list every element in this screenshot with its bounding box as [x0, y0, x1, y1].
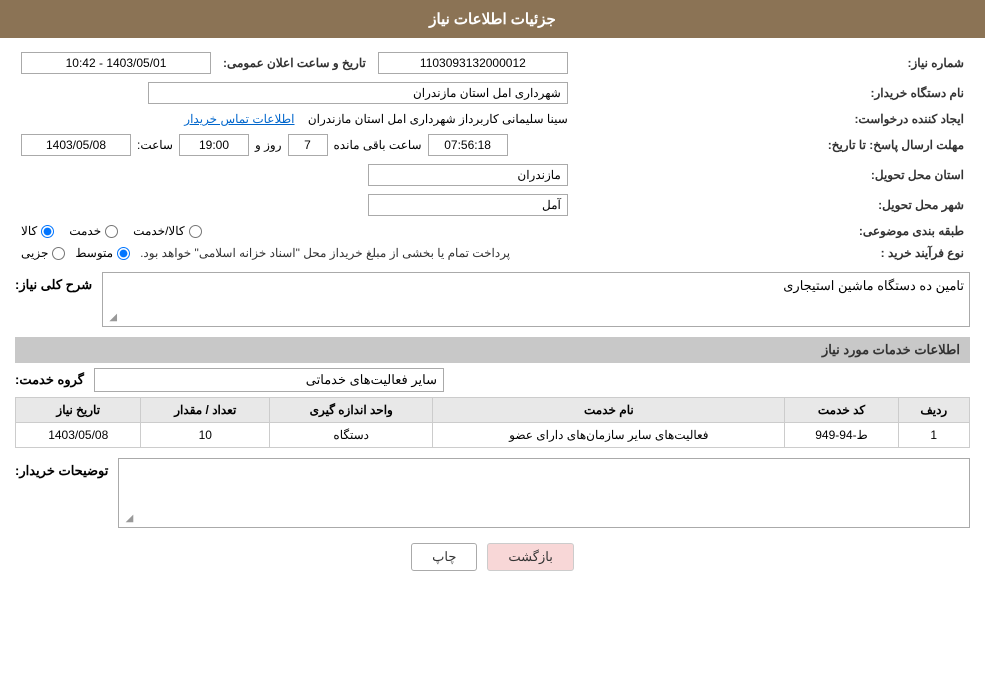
category-kala-khedmat[interactable]: کالا/خدمت	[133, 224, 201, 238]
page-title: جزئیات اطلاعات نیاز	[429, 11, 556, 28]
buyer-notes-label: توضیحات خریدار:	[15, 458, 108, 479]
col-header-unit: واحد اندازه گیری	[270, 398, 433, 423]
creator-contact-link[interactable]: اطلاعات تماس خریدار	[184, 112, 294, 126]
deadline-days-label: روز و	[255, 138, 282, 152]
category-khedmat[interactable]: خدمت	[69, 224, 118, 238]
page-header: جزئیات اطلاعات نیاز	[0, 0, 985, 38]
category-label: طبقه بندی موضوعی:	[574, 220, 970, 242]
creator-label: ایجاد کننده درخواست:	[574, 108, 970, 130]
process-label: نوع فرآیند خرید :	[574, 242, 970, 264]
services-section-title: اطلاعات خدمات مورد نیاز	[15, 337, 970, 363]
need-summary-box: تامین ده دستگاه ماشین استیجاری ◢	[102, 272, 970, 327]
announce-value: 1403/05/01 - 10:42	[21, 52, 211, 74]
back-button[interactable]: بازگشت	[487, 543, 573, 571]
deadline-remaining-label: ساعت باقی مانده	[334, 138, 422, 152]
buyer-org-value: شهرداری امل استان مازندران	[148, 82, 568, 104]
col-header-name: نام خدمت	[433, 398, 785, 423]
col-header-date: تاریخ نیاز	[16, 398, 141, 423]
need-number-value: 1103093132000012	[378, 52, 568, 74]
deadline-time-label: ساعت:	[137, 138, 173, 152]
province-value: مازندران	[368, 164, 568, 186]
city-value: آمل	[368, 194, 568, 216]
deadline-label: مهلت ارسال پاسخ: تا تاریخ:	[574, 130, 970, 160]
table-row: 1ط-94-949فعالیت‌های سایر سازمان‌های دارا…	[16, 423, 970, 448]
group-service-value: سایر فعالیت‌های خدماتی	[94, 368, 444, 392]
category-kala[interactable]: کالا	[21, 224, 54, 238]
process-mutavasset[interactable]: متوسط	[75, 246, 130, 260]
deadline-time: 19:00	[179, 134, 249, 156]
button-bar: بازگشت چاپ	[15, 528, 970, 586]
group-service-label: گروه خدمت:	[15, 372, 84, 388]
print-button[interactable]: چاپ	[411, 543, 477, 571]
deadline-remaining: 07:56:18	[428, 134, 508, 156]
services-table: ردیف کد خدمت نام خدمت واحد اندازه گیری ت…	[15, 397, 970, 448]
creator-name: سینا سلیمانی کاربرداز شهرداری امل استان …	[308, 112, 568, 126]
col-header-qty: تعداد / مقدار	[141, 398, 270, 423]
col-header-row: ردیف	[898, 398, 969, 423]
deadline-days: 7	[288, 134, 328, 156]
announce-label: تاریخ و ساعت اعلان عمومی:	[217, 48, 372, 78]
deadline-date: 1403/05/08	[21, 134, 131, 156]
col-header-code: کد خدمت	[785, 398, 898, 423]
need-summary-value: تامین ده دستگاه ماشین استیجاری	[108, 278, 964, 294]
province-label: استان محل تحویل:	[574, 160, 970, 190]
need-summary-label: شرح کلی نیاز:	[15, 272, 92, 293]
city-label: شهر محل تحویل:	[574, 190, 970, 220]
process-jozi[interactable]: جزیی	[21, 246, 65, 260]
buyer-org-label: نام دستگاه خریدار:	[574, 78, 970, 108]
buyer-notes-box[interactable]: ◢	[118, 458, 970, 528]
need-number-label: شماره نیاز:	[574, 48, 970, 78]
resize-handle: ◢	[105, 312, 117, 324]
process-description: پرداخت تمام یا بخشی از مبلغ خریداز محل "…	[140, 246, 510, 260]
resize-handle-2: ◢	[121, 513, 133, 525]
